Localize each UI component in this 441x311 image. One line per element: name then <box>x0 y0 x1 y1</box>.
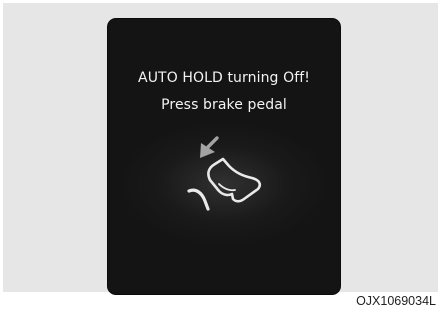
press-arrow-icon <box>200 136 219 158</box>
cluster-display: AUTO HOLD turning Off! Press brake pedal <box>108 19 340 294</box>
brake-pedal-press-icon <box>187 136 262 211</box>
message-line-1: AUTO HOLD turning Off! <box>138 70 310 86</box>
pedal-icon <box>187 188 210 211</box>
message-line-2: Press brake pedal <box>161 97 287 113</box>
figure-code: OJX1069034L <box>356 294 436 308</box>
shoe-icon <box>207 157 262 203</box>
